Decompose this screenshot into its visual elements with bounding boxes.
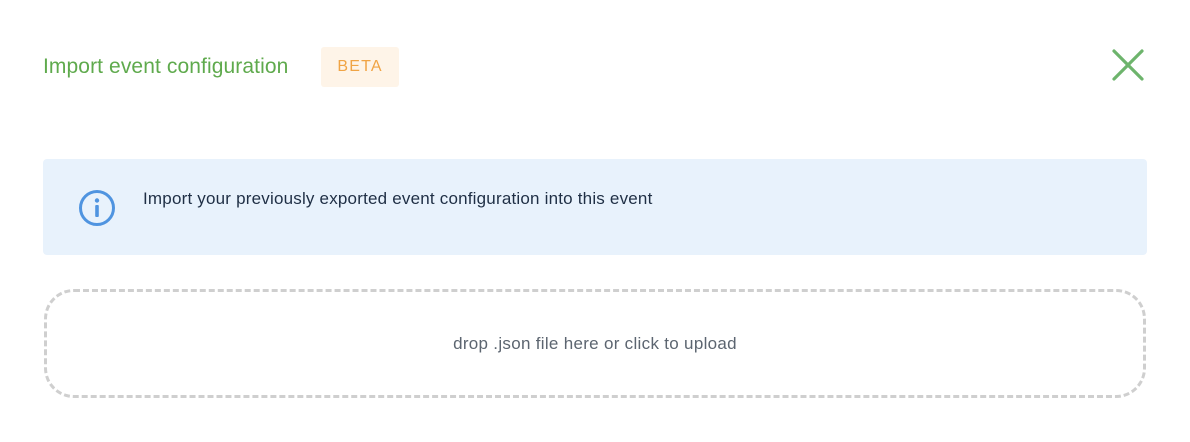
import-dialog: Import event configuration BETA Import y… [0, 0, 1190, 442]
info-icon [79, 190, 115, 226]
dialog-header: Import event configuration BETA [43, 47, 1147, 87]
info-text: Import your previously exported event co… [143, 189, 653, 208]
info-banner: Import your previously exported event co… [43, 159, 1147, 255]
beta-badge: BETA [321, 47, 399, 87]
dialog-title: Import event configuration [43, 55, 289, 78]
file-dropzone[interactable]: drop .json file here or click to upload [44, 289, 1146, 398]
close-button[interactable] [1111, 48, 1145, 82]
close-icon [1112, 49, 1144, 81]
dropzone-label: drop .json file here or click to upload [453, 333, 737, 353]
